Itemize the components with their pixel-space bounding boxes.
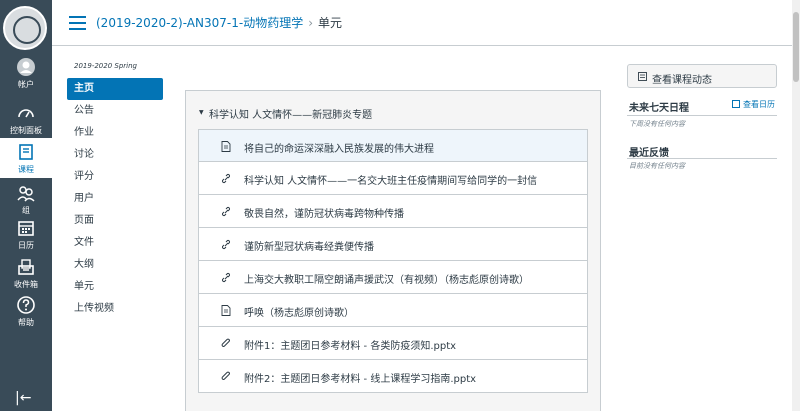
attachment-icon [221,338,230,347]
module-item[interactable]: 附件2：主题团日参考材料 - 线上课程学习指南.pptx [198,360,588,393]
module-item-link[interactable]: 科学认知 人文情怀——一名交大班主任疫情期间写给同学的一封信 [244,172,537,187]
app: 帐户 控制面板 课程 组 日历 收件箱 帮助 |← (2019-2020-2)-… [0,0,800,411]
module-item[interactable]: 上海交大教职工隔空朗诵声援武汉（有视频）（杨志彪原创诗歌） [198,261,588,294]
nav-calendar-label: 日历 [18,241,34,250]
divider [627,158,777,159]
inbox-icon [18,259,34,275]
calendar-icon [18,221,34,236]
view-calendar-label: 查看日历 [743,100,775,109]
groups-icon [17,186,35,202]
course-nav-announcements[interactable]: 公告 [67,100,167,122]
link-icon [221,206,231,217]
university-logo[interactable] [3,6,47,50]
link-icon [221,272,231,283]
module-item[interactable]: 科学认知 人文情怀——一名交大班主任疫情期间写给同学的一封信 [198,162,588,195]
nav-account-label: 帐户 [18,80,34,89]
term-label: 2019-2020 Spring [74,62,137,70]
course-nav-home[interactable]: 主页 [67,78,163,100]
breadcrumb: (2019-2020-2)-AN307-1-动物药理学 › 单元 [96,14,342,31]
coming-up-heading: 未来七天日程 [629,103,689,114]
module-item-link[interactable]: 将自己的命运深深融入民族发展的伟大进程 [244,140,434,155]
collapse-nav-button[interactable]: |← [15,390,31,406]
breadcrumb-course-link[interactable]: (2019-2020-2)-AN307-1-动物药理学 [96,16,303,30]
nav-courses-label: 课程 [18,165,34,174]
module-header[interactable]: ▼ 科学认知 人文情怀——新冠肺炎专题 [186,91,600,129]
course-nav-people[interactable]: 用户 [67,188,167,210]
nav-help-label: 帮助 [18,318,34,327]
nav-courses[interactable]: 课程 [0,138,52,178]
nav-inbox-label: 收件箱 [14,280,38,289]
stream-icon [638,72,647,81]
breadcrumb-current: 单元 [318,16,343,30]
module-item-link[interactable]: 上海交大教职工隔空朗诵声援武汉（有视频）（杨志彪原创诗歌） [244,271,529,286]
course-nav-syllabus[interactable]: 大纲 [67,254,167,276]
nav-dashboard[interactable]: 控制面板 [0,103,52,136]
module-container: ▼ 科学认知 人文情怀——新冠肺炎专题 将自己的命运深深融入民族发展的伟大进程 … [185,90,601,411]
course-nav-pages[interactable]: 页面 [67,210,167,232]
dashboard-icon [18,109,34,118]
recent-feedback-heading: 最近反馈 [629,148,669,159]
module-item-link[interactable]: 谨防新型冠状病毒经粪便传播 [244,238,374,253]
hamburger-menu-icon[interactable] [69,16,86,30]
collapse-triangle-icon[interactable]: ▼ [199,109,204,116]
course-nav: 2019-2020 Spring 主页 公告 作业 讨论 评分 用户 页面 文件… [67,62,167,320]
page-header: (2019-2020-2)-AN307-1-动物药理学 › 单元 [52,0,792,46]
view-course-stream-label: 查看课程动态 [652,75,712,86]
nav-groups-label: 组 [22,206,30,215]
view-calendar-link[interactable]: 查看日历 [732,99,775,110]
attachment-icon [221,371,230,380]
module-item[interactable]: 谨防新型冠状病毒经粪便传播 [198,228,588,261]
page-icon [221,141,231,152]
divider [627,115,777,116]
module-item[interactable]: 敬畏自然，谨防冠状病毒跨物种传播 [198,195,588,228]
link-icon [221,239,231,250]
recent-feedback-empty-text: 目前没有任何内容 [629,162,685,170]
link-icon [221,173,231,184]
page-scrollbar[interactable] [792,0,800,411]
account-icon [17,58,35,76]
module-title: 科学认知 人文情怀——新冠肺炎专题 [209,110,373,121]
module-item[interactable]: 呼唤（杨志彪原创诗歌） [198,294,588,327]
view-course-stream-button[interactable]: 查看课程动态 [627,64,777,88]
course-nav-assignments[interactable]: 作业 [67,122,167,144]
course-nav-modules[interactable]: 单元 [67,276,167,298]
course-nav-upload-video[interactable]: 上传视频 [67,298,167,320]
nav-groups[interactable]: 组 [0,183,52,216]
global-nav: 帐户 控制面板 课程 组 日历 收件箱 帮助 |← [0,0,52,411]
nav-inbox[interactable]: 收件箱 [0,257,52,290]
module-item-link[interactable]: 附件2：主题团日参考材料 - 线上课程学习指南.pptx [244,370,476,385]
course-nav-files[interactable]: 文件 [67,232,167,254]
nav-account[interactable]: 帐户 [0,57,52,90]
module-item[interactable]: 附件1：主题团日参考材料 - 各类防疫须知.pptx [198,327,588,360]
coming-up-empty-text: 下周没有任何内容 [629,120,685,128]
breadcrumb-separator: › [308,16,314,30]
module-item-link[interactable]: 呼唤（杨志彪原创诗歌） [244,304,354,319]
nav-calendar[interactable]: 日历 [0,218,52,251]
nav-help[interactable]: 帮助 [0,295,52,328]
nav-dashboard-label: 控制面板 [10,126,42,135]
course-nav-discussions[interactable]: 讨论 [67,144,167,166]
course-nav-grades[interactable]: 评分 [67,166,167,188]
help-icon [17,296,35,314]
module-item-link[interactable]: 附件1：主题团日参考材料 - 各类防疫须知.pptx [244,337,456,352]
module-item-link[interactable]: 敬畏自然，谨防冠状病毒跨物种传播 [244,205,404,220]
calendar-icon [732,100,740,108]
courses-icon [19,144,33,160]
page-icon [221,305,231,316]
module-item[interactable]: 将自己的命运深深融入民族发展的伟大进程 [198,129,588,162]
scrollbar-thumb[interactable] [793,12,799,82]
